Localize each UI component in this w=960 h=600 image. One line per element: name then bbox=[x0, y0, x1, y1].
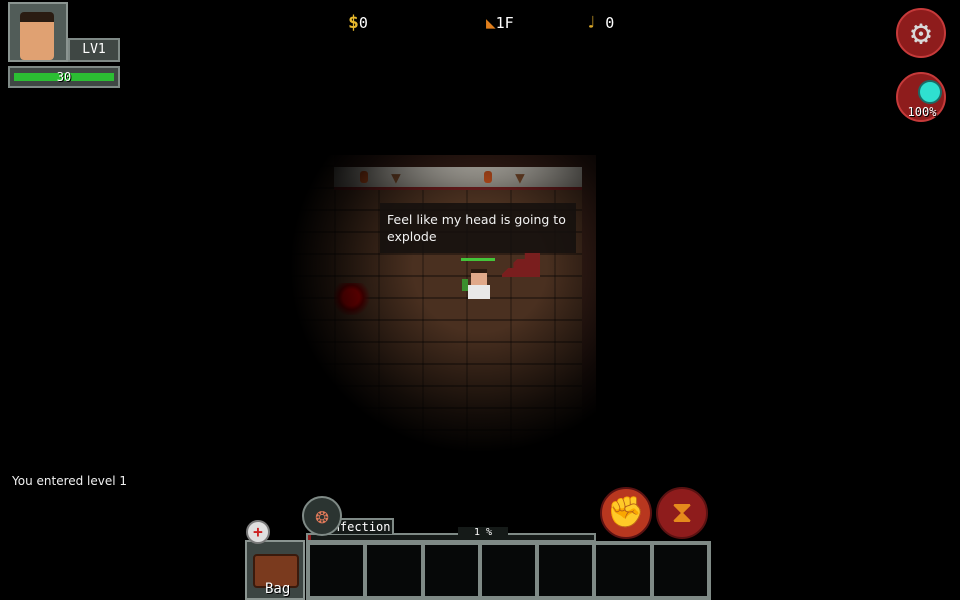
money-value: 0 bbox=[358, 14, 368, 32]
quickslot-4[interactable] bbox=[479, 543, 538, 598]
hp-bar: 30 bbox=[8, 66, 120, 88]
player-weapon bbox=[462, 279, 468, 291]
keys-value: 0 bbox=[605, 14, 615, 32]
quickslot-bar bbox=[306, 541, 711, 600]
quickslot-5[interactable] bbox=[537, 543, 595, 598]
keys-counter: ♩ 0 bbox=[586, 12, 614, 34]
player-health-bar bbox=[461, 258, 495, 261]
wall-decoration-icon: ▼ bbox=[391, 168, 401, 187]
money-counter: $0 bbox=[348, 12, 368, 34]
bag-button[interactable]: Bag bbox=[245, 540, 305, 600]
torch-icon bbox=[484, 171, 492, 183]
quickslot-1[interactable] bbox=[308, 543, 366, 598]
wait-button[interactable]: ⧗ bbox=[656, 487, 708, 539]
infection-bar-fill bbox=[308, 535, 311, 540]
attack-button[interactable]: ✊ bbox=[600, 487, 652, 539]
wall-trim bbox=[334, 167, 584, 190]
character-portrait[interactable] bbox=[8, 2, 68, 62]
quickslot-7[interactable] bbox=[651, 543, 709, 598]
level-badge: LV1 bbox=[68, 38, 120, 62]
blood-splatter bbox=[334, 283, 372, 315]
torch-icon bbox=[360, 171, 368, 183]
wall-top bbox=[334, 155, 596, 167]
speech-bubble: Feel like my head is going to explode bbox=[380, 203, 576, 253]
hp-value: 30 bbox=[56, 70, 72, 84]
magnifier-icon bbox=[918, 80, 942, 104]
quickslot-2[interactable] bbox=[365, 543, 423, 598]
gear-icon: ⚙ bbox=[910, 13, 932, 53]
search-percent: 100% bbox=[907, 105, 937, 119]
quickslot-6[interactable] bbox=[594, 543, 652, 598]
settings-button[interactable]: ⚙ bbox=[896, 8, 946, 58]
fist-icon: ✊ bbox=[607, 495, 645, 530]
brain-icon[interactable]: ❂ bbox=[302, 496, 342, 536]
player-head bbox=[471, 269, 487, 287]
floor-value: 1F bbox=[495, 14, 514, 32]
plus-icon[interactable]: + bbox=[246, 520, 270, 544]
stairs-icon: ◣ bbox=[486, 13, 496, 32]
search-button[interactable]: 100% bbox=[896, 72, 946, 122]
log-line: You entered level 1 bbox=[12, 474, 128, 488]
wall-right bbox=[582, 155, 596, 475]
key-icon: ♩ bbox=[586, 13, 597, 33]
message-log: You entered level 1 bbox=[12, 474, 127, 488]
wall-decoration-icon: ▼ bbox=[515, 168, 525, 187]
player-body bbox=[468, 285, 490, 299]
quickslot-3[interactable] bbox=[422, 543, 480, 598]
hourglass-icon: ⧗ bbox=[671, 495, 693, 530]
player-character[interactable] bbox=[462, 263, 498, 303]
floor-counter: ◣1F bbox=[486, 12, 514, 34]
bag-label: Bag bbox=[265, 581, 291, 597]
portrait-face-icon bbox=[20, 12, 54, 60]
dollar-icon: $ bbox=[348, 12, 359, 33]
infection-percent: 1 % bbox=[458, 527, 508, 539]
